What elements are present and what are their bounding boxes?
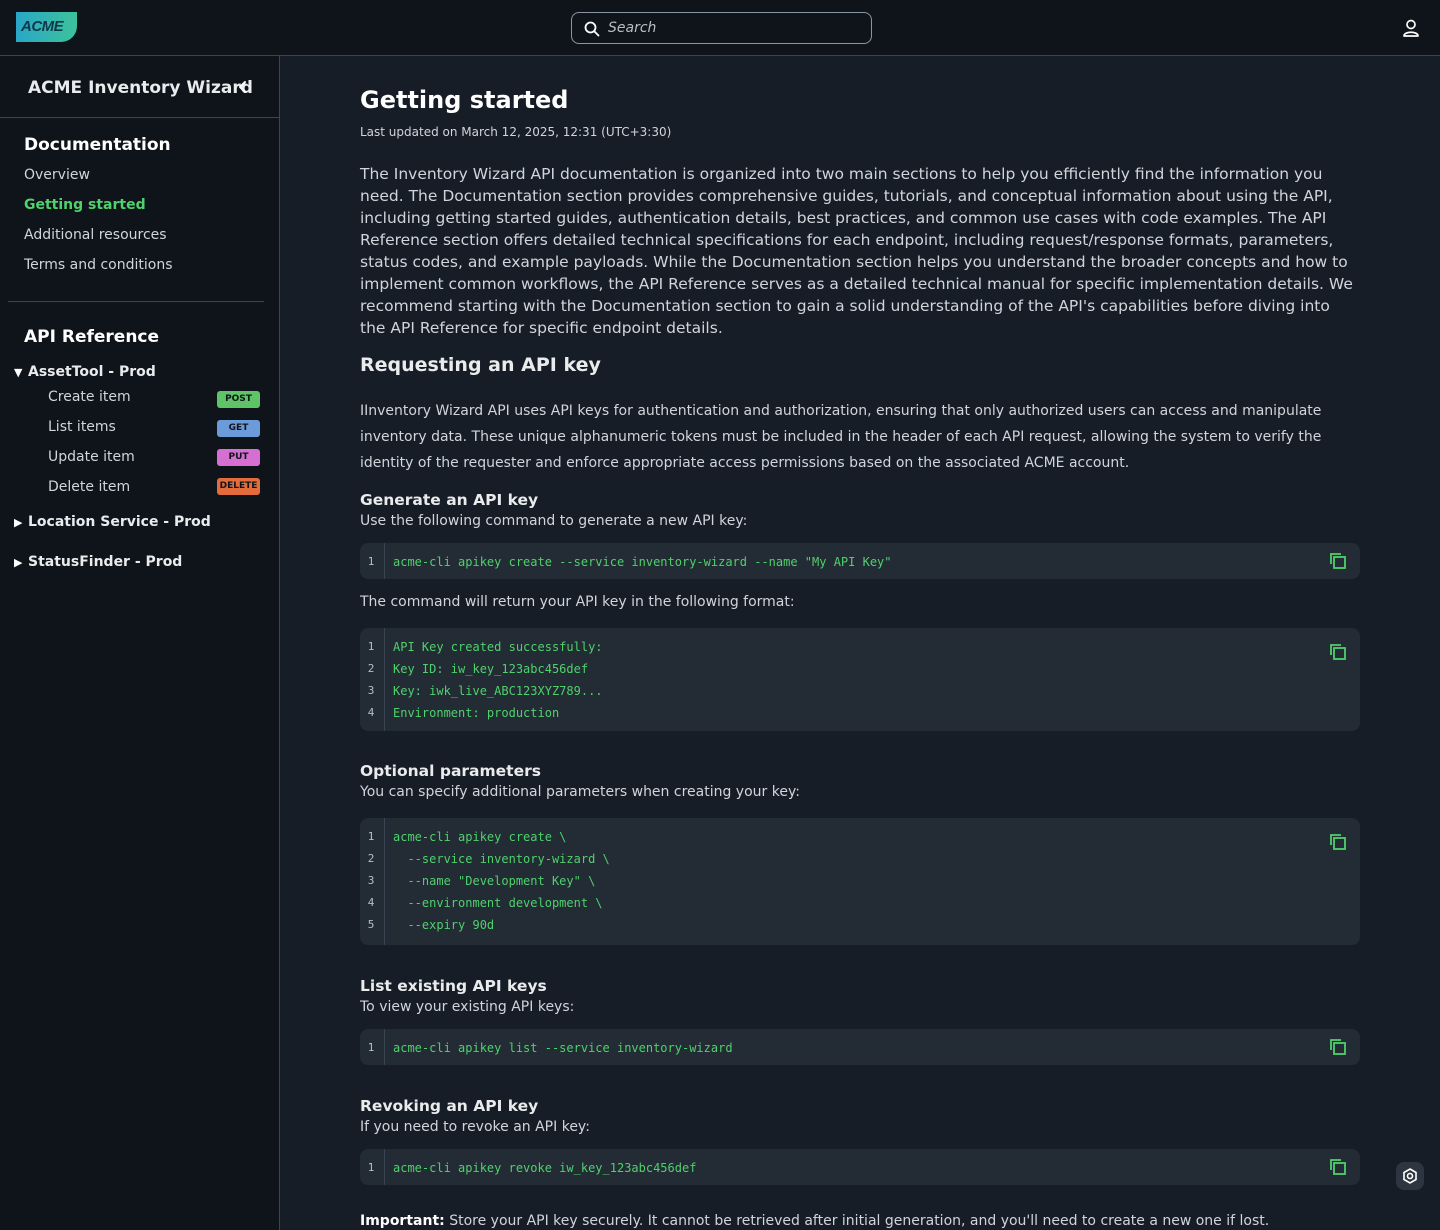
copy-icon[interactable] (1329, 1038, 1347, 1056)
code-line: 3 Key: iwk_live_ABC123XYZ789... (360, 680, 1360, 702)
return-desc: The command will return your API key in … (360, 594, 795, 610)
code-block-revoke: 1 acme-cli apikey revoke iw_key_123abc456… (360, 1149, 1360, 1185)
help-icon (1403, 1168, 1417, 1184)
optional-heading: Optional parameters (360, 762, 541, 780)
api-item-create[interactable]: Create item (48, 389, 131, 405)
sidebar-item-overview[interactable]: Overview (24, 167, 90, 183)
method-badge: PUT (217, 449, 260, 466)
group-assettool[interactable]: ▼ AssetTool - Prod (14, 364, 156, 380)
divider (0, 117, 279, 118)
code-block-optional: 1 acme-cli apikey create \ 2 --service in… (360, 818, 1360, 945)
help-button[interactable] (1396, 1162, 1424, 1190)
code-text: acme-cli apikey revoke iw_key_123abc456d… (393, 1161, 697, 1175)
code-text: acme-cli apikey list --service inventory… (393, 1041, 733, 1055)
code-line: 1 acme-cli apikey revoke iw_key_123abc456… (360, 1157, 1360, 1179)
code-line: 1 API Key created successfully: (360, 636, 1360, 658)
divider (8, 301, 264, 302)
code-line: 2 --service inventory-wizard \ (360, 848, 1360, 870)
chevron-left-icon[interactable] (236, 80, 250, 94)
code-text: acme-cli apikey create --service invento… (393, 555, 892, 569)
method-badge: GET (217, 420, 260, 437)
group-label: Location Service - Prod (28, 514, 211, 530)
sidebar-item-additional-resources[interactable]: Additional resources (24, 227, 167, 243)
code-text: --expiry 90d (393, 918, 495, 932)
code-text: Key ID: iw_key_123abc456def (393, 662, 589, 676)
code-text: --service inventory-wizard \ (393, 852, 610, 866)
copy-icon[interactable] (1329, 833, 1347, 851)
code-text: Environment: production (393, 706, 560, 720)
code-line: 1 acme-cli apikey create \ (360, 826, 1360, 848)
group-label: StatusFinder - Prod (28, 554, 183, 570)
code-line: 1 acme-cli apikey list --service inventor… (360, 1037, 1360, 1059)
method-badge: POST (217, 391, 260, 408)
copy-icon[interactable] (1329, 643, 1347, 661)
code-line: 5 --expiry 90d (360, 914, 1360, 936)
code-text: --environment development \ (393, 896, 603, 910)
sidebar-title: ACME Inventory Wizard (28, 78, 253, 98)
copy-icon[interactable] (1329, 552, 1347, 570)
triangle-right-icon: ▶ (14, 556, 23, 569)
last-updated: Last updated on March 12, 2025, 12:31 (U… (360, 125, 672, 139)
revoke-heading: Revoking an API key (360, 1097, 539, 1115)
code-line: 4 --environment development \ (360, 892, 1360, 914)
api-item-delete[interactable]: Delete item (48, 479, 130, 495)
method-badge: DELETE (217, 478, 260, 495)
section-paragraph: IInventory Wizard API uses API keys for … (360, 403, 1322, 471)
section-heading: Requesting an API key (360, 354, 601, 376)
code-text: Key: iwk_live_ABC123XYZ789... (393, 684, 603, 698)
api-item-list[interactable]: List items (48, 419, 116, 435)
search-icon (584, 21, 600, 37)
acme-logo[interactable]: ACME (16, 12, 77, 42)
copy-icon[interactable] (1329, 1158, 1347, 1176)
optional-desc: You can specify additional parameters wh… (360, 784, 800, 800)
page-title: Getting started (360, 86, 569, 114)
important-label: Important: (360, 1213, 445, 1229)
code-line: 2 Key ID: iw_key_123abc456def (360, 658, 1360, 680)
list-heading: List existing API keys (360, 977, 547, 995)
search-box[interactable] (571, 12, 872, 44)
documentation-heading: Documentation (24, 135, 171, 155)
intro-paragraph: The Inventory Wizard API documentation i… (360, 165, 1353, 337)
important-note: Important: Store your API key securely. … (360, 1213, 1269, 1229)
code-text: --name "Development Key" \ (393, 874, 596, 888)
api-reference-heading: API Reference (24, 327, 160, 347)
triangle-down-icon: ▼ (14, 366, 23, 379)
code-text: acme-cli apikey create \ (393, 830, 567, 844)
group-label: AssetTool - Prod (28, 364, 156, 380)
code-line: 3 --name "Development Key" \ (360, 870, 1360, 892)
api-item-update[interactable]: Update item (48, 449, 135, 465)
code-line: 4 Environment: production (360, 702, 1360, 724)
code-block-generate: 1 acme-cli apikey create --service inven… (360, 543, 1360, 579)
code-block-return: 1 API Key created successfully: 2 Key ID: … (360, 628, 1360, 731)
group-statusfinder[interactable]: ▶ StatusFinder - Prod (14, 554, 182, 570)
sidebar: ACME Inventory Wizard Documentation Over… (0, 56, 280, 1230)
code-block-list: 1 acme-cli apikey list --service inventor… (360, 1029, 1360, 1065)
list-desc: To view your existing API keys: (360, 999, 575, 1015)
generate-desc: Use the following command to generate a … (360, 513, 748, 529)
search-input[interactable] (608, 17, 858, 39)
generate-heading: Generate an API key (360, 491, 539, 509)
revoke-desc: If you need to revoke an API key: (360, 1119, 590, 1135)
important-text: Store your API key securely. It cannot b… (444, 1213, 1270, 1229)
user-icon[interactable] (1401, 18, 1421, 38)
sidebar-item-terms[interactable]: Terms and conditions (24, 257, 173, 273)
sidebar-item-getting-started[interactable]: Getting started (24, 197, 146, 213)
triangle-right-icon: ▶ (14, 516, 23, 529)
top-bar: ACME (0, 0, 1440, 56)
code-line: 1 acme-cli apikey create --service inven… (360, 551, 1360, 573)
group-location-service[interactable]: ▶ Location Service - Prod (14, 514, 211, 530)
code-text: API Key created successfully: (393, 640, 603, 654)
